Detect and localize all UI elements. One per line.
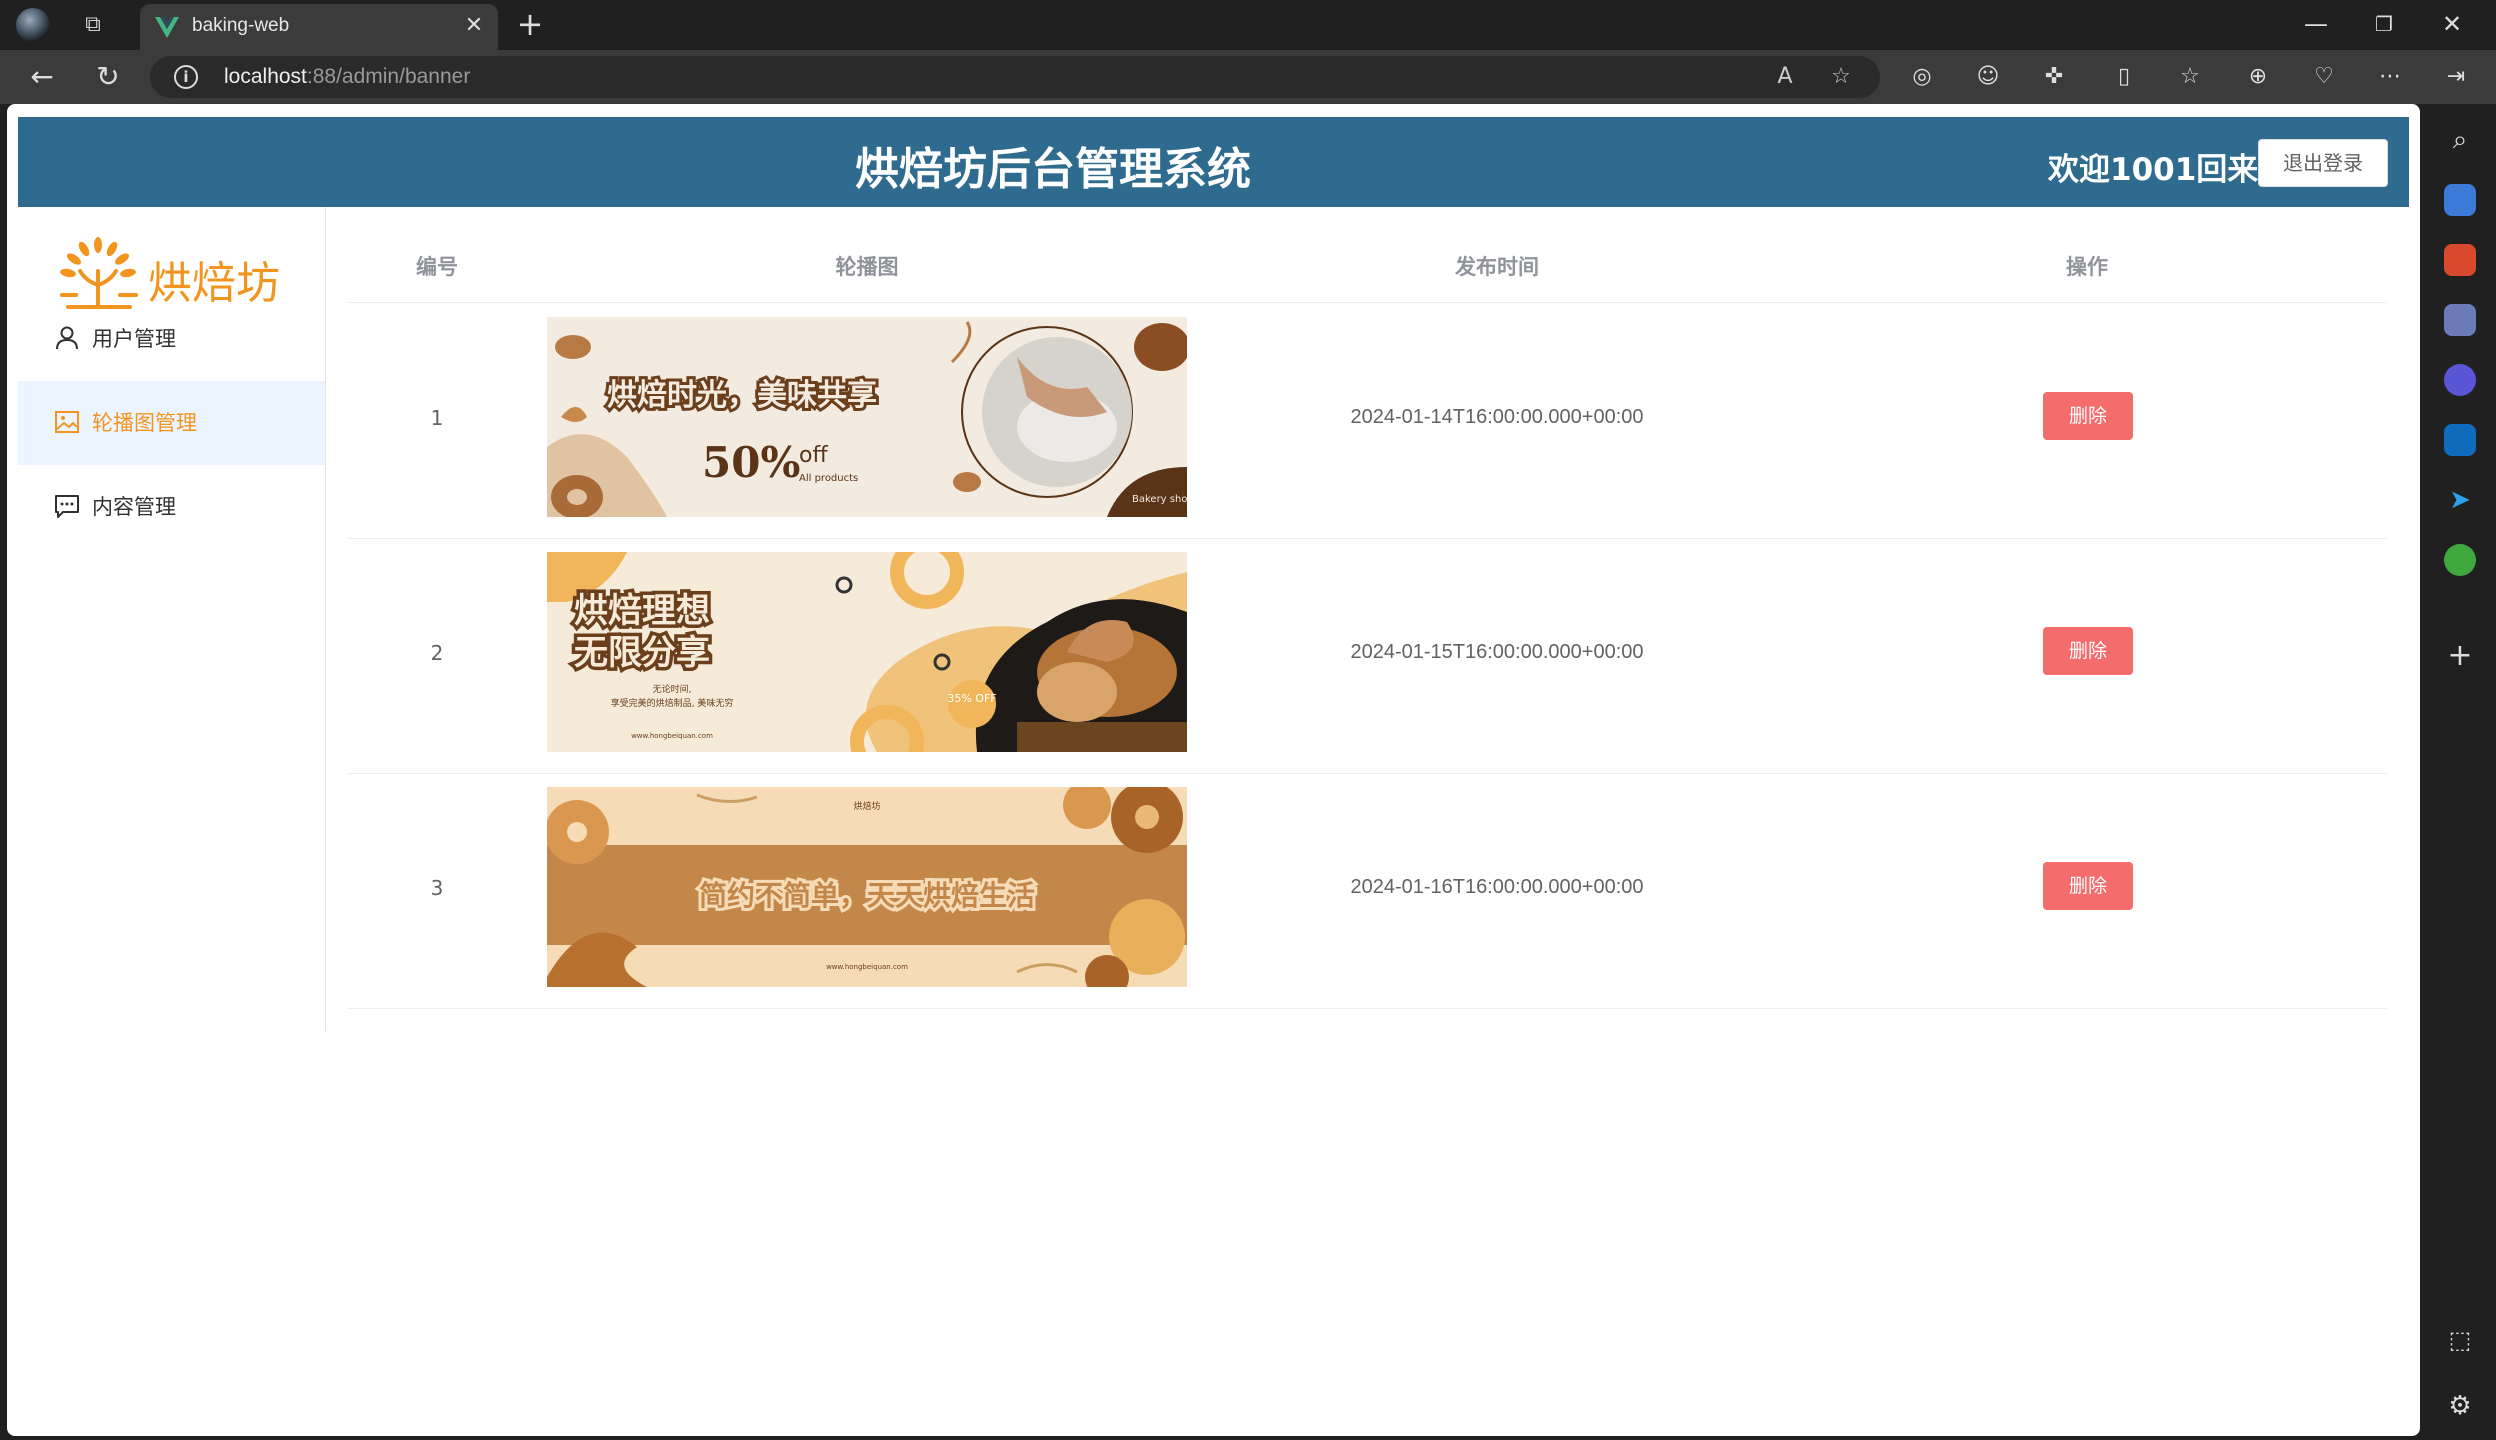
- banner-site: www.hongbeiquan.com: [826, 963, 908, 971]
- collections-icon[interactable]: ⊕: [2242, 61, 2274, 93]
- profile-avatar[interactable]: [16, 8, 50, 42]
- banner-image: 烘焙坊 简约不简单，天天烘焙生活 www.hongbeiquan.com: [547, 787, 1187, 987]
- picture-icon: [55, 411, 79, 433]
- favorite-star-icon[interactable]: ☆: [1826, 62, 1856, 92]
- sidebar-item-label: 用户管理: [92, 327, 176, 351]
- close-tab-icon[interactable]: ✕: [460, 12, 488, 40]
- browser-tab[interactable]: baking-web ✕: [140, 4, 498, 50]
- row-id: 3: [430, 876, 444, 900]
- url-text: localhost:88/admin/banner: [224, 65, 471, 88]
- address-toolbar: ← ↻ i localhost:88/admin/banner A ☆ ◎ ☺ …: [0, 50, 2496, 104]
- search-icon[interactable]: ⌕: [2444, 124, 2476, 156]
- banner-headline: 简约不简单，天天烘焙生活: [699, 879, 1035, 912]
- copilot-icon[interactable]: [2444, 364, 2476, 396]
- banner-promo-suffix: off: [799, 443, 828, 468]
- new-tab-icon[interactable]: +: [512, 6, 548, 42]
- extension-face-icon[interactable]: ☺: [1972, 61, 2004, 93]
- toolbox-icon[interactable]: [2444, 244, 2476, 276]
- table-row: 2 35% OFF 烘焙理想 无限分享 无论时间, 享受完美的烘焙制品, 美味无…: [347, 539, 2387, 774]
- banner-brand: Bakery shop: [1132, 494, 1187, 505]
- site-info-icon[interactable]: i: [174, 65, 198, 89]
- workspaces-icon[interactable]: ⧉: [78, 10, 108, 40]
- sidebar-item-banners[interactable]: 轮播图管理: [18, 381, 325, 465]
- banner-headline-2: 无限分享: [574, 633, 710, 673]
- banner-headline-1: 烘焙理想: [574, 591, 710, 631]
- tab-title: baking-web: [192, 15, 290, 36]
- welcome-text: 欢迎1001回来!: [2048, 152, 2273, 188]
- banner-headline: 烘焙时光，美味共享: [607, 378, 877, 413]
- page-viewport: 烘焙坊后台管理系统 欢迎1001回来! 退出登录 烘焙坊 用户管理 轮播图管理 …: [7, 104, 2420, 1436]
- minimize-icon[interactable]: —: [2286, 6, 2346, 42]
- add-sidebar-app-icon[interactable]: +: [2444, 640, 2476, 672]
- publish-time: 2024-01-16T16:00:00.000+00:00: [1350, 876, 1644, 898]
- favorites-icon[interactable]: ☆: [2174, 61, 2206, 93]
- sidebar-item-users[interactable]: 用户管理: [18, 297, 325, 381]
- extensions-puzzle-icon[interactable]: ✜: [2038, 61, 2070, 93]
- split-screen-icon[interactable]: ▯: [2108, 61, 2140, 93]
- row-id: 2: [430, 641, 444, 665]
- column-header-banner: 轮播图: [835, 255, 899, 279]
- table-header: 编号 轮播图 发布时间 操作: [347, 224, 2387, 303]
- shopping-tag-icon[interactable]: [2444, 184, 2476, 216]
- chat-icon: [55, 495, 79, 518]
- browser-sidebar: ⌕ ➤ + ⬚ ⚙: [2424, 104, 2496, 1440]
- screenshot-icon[interactable]: ⬚: [2444, 1324, 2476, 1356]
- restore-icon[interactable]: ❐: [2354, 6, 2414, 42]
- row-id: 1: [430, 406, 444, 430]
- tree-icon[interactable]: [2444, 544, 2476, 576]
- extension-glasses-icon[interactable]: ◎: [1906, 61, 1938, 93]
- sidebar-item-label: 轮播图管理: [92, 411, 197, 435]
- banner-sub-2: 享受完美的烘焙制品, 美味无穷: [611, 697, 734, 709]
- browser-tab-bar: ⧉ baking-web ✕ + — ❐ ✕: [0, 0, 2496, 50]
- table-row: 1 烘焙时光，美味共享 50% off All products Bakery …: [347, 304, 2387, 539]
- logout-button[interactable]: 退出登录: [2258, 139, 2388, 187]
- publish-time: 2024-01-15T16:00:00.000+00:00: [1350, 641, 1644, 663]
- delete-button[interactable]: 删除: [2043, 392, 2133, 440]
- sidebar-item-label: 内容管理: [92, 495, 176, 519]
- delete-button[interactable]: 删除: [2043, 862, 2133, 910]
- window-close-icon[interactable]: ✕: [2422, 6, 2482, 42]
- banner-site: www.hongbeiquan.com: [631, 732, 713, 740]
- delete-button[interactable]: 删除: [2043, 627, 2133, 675]
- outlook-icon[interactable]: [2444, 424, 2476, 456]
- table-row: 3 烘焙坊 简约不简单，天天烘焙生活 www.hongbeiquan.com 2…: [347, 774, 2387, 1009]
- banner-brand: 烘焙坊: [853, 800, 880, 812]
- games-icon[interactable]: [2444, 304, 2476, 336]
- banner-image: 35% OFF 烘焙理想 无限分享 无论时间, 享受完美的烘焙制品, 美味无穷 …: [547, 552, 1187, 752]
- sidebar-item-content[interactable]: 内容管理: [18, 465, 325, 549]
- app-header: 烘焙坊后台管理系统 欢迎1001回来! 退出登录: [18, 117, 2409, 207]
- publish-time: 2024-01-14T16:00:00.000+00:00: [1350, 406, 1644, 428]
- user-icon: [56, 326, 78, 350]
- browser-essentials-icon[interactable]: ♡: [2308, 61, 2340, 93]
- banner-promo: 50%: [702, 438, 800, 487]
- sidebar: 烘焙坊 用户管理 轮播图管理 内容管理: [18, 207, 326, 1031]
- banner-sub-1: 无论时间,: [653, 683, 692, 695]
- sidebar-toggle-icon[interactable]: ⇥: [2440, 61, 2472, 93]
- banner-promo-small: All products: [799, 473, 858, 484]
- column-header-actions: 操作: [2066, 255, 2108, 279]
- banner-badge: 35% OFF: [947, 692, 996, 705]
- telegram-icon[interactable]: ➤: [2444, 484, 2476, 516]
- back-icon[interactable]: ←: [24, 59, 60, 95]
- settings-gear-icon[interactable]: ⚙: [2444, 1390, 2476, 1422]
- column-header-time: 发布时间: [1455, 255, 1539, 279]
- vue-logo-icon: [155, 17, 179, 38]
- refresh-icon[interactable]: ↻: [90, 59, 126, 95]
- more-menu-icon[interactable]: ⋯: [2374, 61, 2406, 93]
- banner-image: 烘焙时光，美味共享 50% off All products Bakery sh…: [547, 317, 1187, 517]
- address-bar[interactable]: i localhost:88/admin/banner A ☆: [150, 56, 1880, 98]
- column-header-id: 编号: [416, 255, 458, 279]
- page-title: 烘焙坊后台管理系统: [855, 144, 1251, 195]
- read-aloud-icon[interactable]: A: [1770, 62, 1800, 92]
